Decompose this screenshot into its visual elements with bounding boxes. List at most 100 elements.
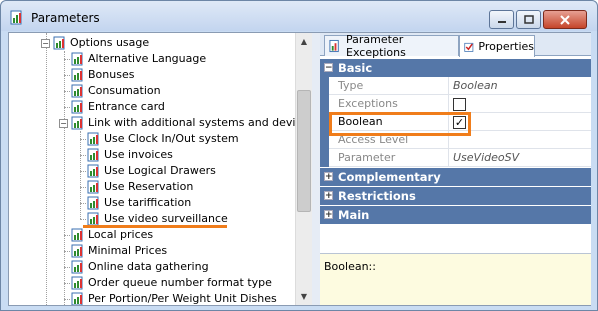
scroll-up-arrow-icon[interactable]: ▲ xyxy=(296,33,312,49)
tree-collapse-icon[interactable]: − xyxy=(59,119,68,128)
tree-item[interactable]: Bonuses xyxy=(9,67,295,83)
tree-item[interactable]: Use Clock In/Out system xyxy=(9,131,295,147)
tab-parameter-exceptions-label: Parameter Exceptions xyxy=(346,33,406,59)
parameter-node-icon xyxy=(71,84,83,98)
tree-connector xyxy=(80,219,86,220)
tree-item[interactable]: Use Logical Drawers xyxy=(9,163,295,179)
tree-connector xyxy=(80,203,86,204)
tree-connector xyxy=(64,283,70,284)
tree-item[interactable]: Use tariffication xyxy=(9,195,295,211)
tree-item[interactable]: − Options usage xyxy=(9,35,295,51)
tree-connector xyxy=(64,59,70,60)
tree-connector xyxy=(64,235,70,236)
row-gutter xyxy=(320,77,329,95)
tree-connector xyxy=(80,155,86,156)
parameters-window: Parameters − Options usage Alternative Lan… xyxy=(0,0,598,311)
scroll-thumb[interactable] xyxy=(297,90,311,212)
tree-connector xyxy=(64,267,70,268)
property-row-exceptions[interactable]: Exceptions xyxy=(320,95,591,113)
row-gutter xyxy=(320,95,329,113)
tree-item[interactable]: Per Portion/Per Weight Unit Dishes xyxy=(9,291,295,305)
category-basic[interactable]: − Basic xyxy=(320,59,591,77)
expand-icon[interactable]: + xyxy=(324,191,333,201)
category-main[interactable]: + Main xyxy=(320,206,591,224)
maximize-button[interactable] xyxy=(516,10,541,29)
property-value-parameter: UseVideoSV xyxy=(448,149,591,167)
tree-item-label: Use invoices xyxy=(104,148,173,161)
tab-properties[interactable]: Properties xyxy=(459,35,535,57)
tree-collapse-icon[interactable]: − xyxy=(41,39,50,48)
property-row-type[interactable]: Type Boolean xyxy=(320,77,591,95)
tree-connector xyxy=(64,91,70,92)
tab-parameter-exceptions[interactable]: Parameter Exceptions xyxy=(324,33,459,59)
tree-item-label: Order queue number format type xyxy=(88,276,272,289)
tree-item[interactable]: − Link with additional systems and device… xyxy=(9,115,295,131)
tree-item[interactable]: Use invoices xyxy=(9,147,295,163)
expand-icon[interactable]: + xyxy=(324,172,333,182)
tree-item-label: Options usage xyxy=(70,36,150,49)
tree-vertical-scrollbar[interactable]: ▲ ▼ xyxy=(295,33,312,305)
tree-item-label: Use tariffication xyxy=(104,196,192,209)
close-button[interactable] xyxy=(543,10,587,29)
tree-connector xyxy=(80,187,86,188)
parameters-tree[interactable]: − Options usage Alternative Language Bonuse… xyxy=(9,33,295,305)
close-icon xyxy=(560,14,570,25)
property-name: Exceptions xyxy=(338,97,398,110)
collapse-icon[interactable]: − xyxy=(324,63,333,73)
category-main-label: Main xyxy=(338,208,370,222)
tree-item[interactable]: Local prices xyxy=(9,227,295,243)
tree-item-label: Entrance card xyxy=(88,100,165,113)
properties-icon xyxy=(464,42,474,52)
parameter-node-icon xyxy=(71,260,83,274)
tree-item[interactable]: Minimal Prices xyxy=(9,243,295,259)
tree-connector xyxy=(80,171,86,172)
parameter-node-icon xyxy=(87,180,99,194)
selected-item-underline xyxy=(83,225,227,228)
row-gutter xyxy=(320,131,329,149)
minimize-button[interactable] xyxy=(489,10,514,29)
tree-connector xyxy=(64,107,70,108)
parameter-node-icon xyxy=(71,228,83,242)
tree-item-label: Use video surveillance xyxy=(104,212,228,225)
tab-properties-label: Properties xyxy=(478,40,534,53)
tree-item[interactable]: Alternative Language xyxy=(9,51,295,67)
property-name: Type xyxy=(338,79,364,92)
expand-icon[interactable]: + xyxy=(324,210,333,220)
tree-item-label: Link with additional systems and devices xyxy=(88,116,295,129)
parameter-node-icon xyxy=(87,212,99,226)
tree-connector xyxy=(80,139,86,140)
category-complementary[interactable]: + Complementary xyxy=(320,168,591,186)
properties-panel: Parameter Exceptions Properties − Basic xyxy=(320,33,591,305)
tree-item-label: Minimal Prices xyxy=(88,244,168,257)
tree-connector xyxy=(64,75,70,76)
parameter-node-icon xyxy=(87,148,99,162)
category-complementary-label: Complementary xyxy=(338,170,441,184)
tree-item-label: Use Clock In/Out system xyxy=(104,132,239,145)
parameter-node-icon xyxy=(71,52,83,66)
description-panel: Boolean:: xyxy=(320,253,591,305)
category-restrictions-label: Restrictions xyxy=(338,189,416,203)
tree-item[interactable]: Entrance card xyxy=(9,99,295,115)
app-icon xyxy=(10,10,22,25)
property-row-parameter[interactable]: Parameter UseVideoSV xyxy=(320,149,591,167)
exceptions-checkbox[interactable] xyxy=(453,98,466,111)
scroll-down-arrow-icon[interactable]: ▼ xyxy=(296,288,312,304)
parameter-node-icon xyxy=(87,132,99,146)
parameter-exceptions-icon xyxy=(329,39,339,53)
tree-item[interactable]: Consumation xyxy=(9,83,295,99)
pane-splitter[interactable] xyxy=(312,33,320,305)
tree-item[interactable]: Order queue number format type xyxy=(9,275,295,291)
maximize-icon xyxy=(523,15,534,24)
parameter-node-icon xyxy=(71,292,83,305)
category-restrictions[interactable]: + Restrictions xyxy=(320,187,591,205)
parameter-node-icon xyxy=(71,68,83,82)
tree-connector xyxy=(64,251,70,252)
tree-item-label: Alternative Language xyxy=(88,52,207,65)
tree-item-label: Local prices xyxy=(88,228,154,241)
description-text: Boolean:: xyxy=(324,260,376,273)
tree-item[interactable]: Use Reservation xyxy=(9,179,295,195)
parameter-node-icon xyxy=(87,196,99,210)
client-area: − Options usage Alternative Language Bonuse… xyxy=(8,32,591,306)
title-bar[interactable]: Parameters xyxy=(1,1,597,31)
tree-item[interactable]: Online data gathering xyxy=(9,259,295,275)
